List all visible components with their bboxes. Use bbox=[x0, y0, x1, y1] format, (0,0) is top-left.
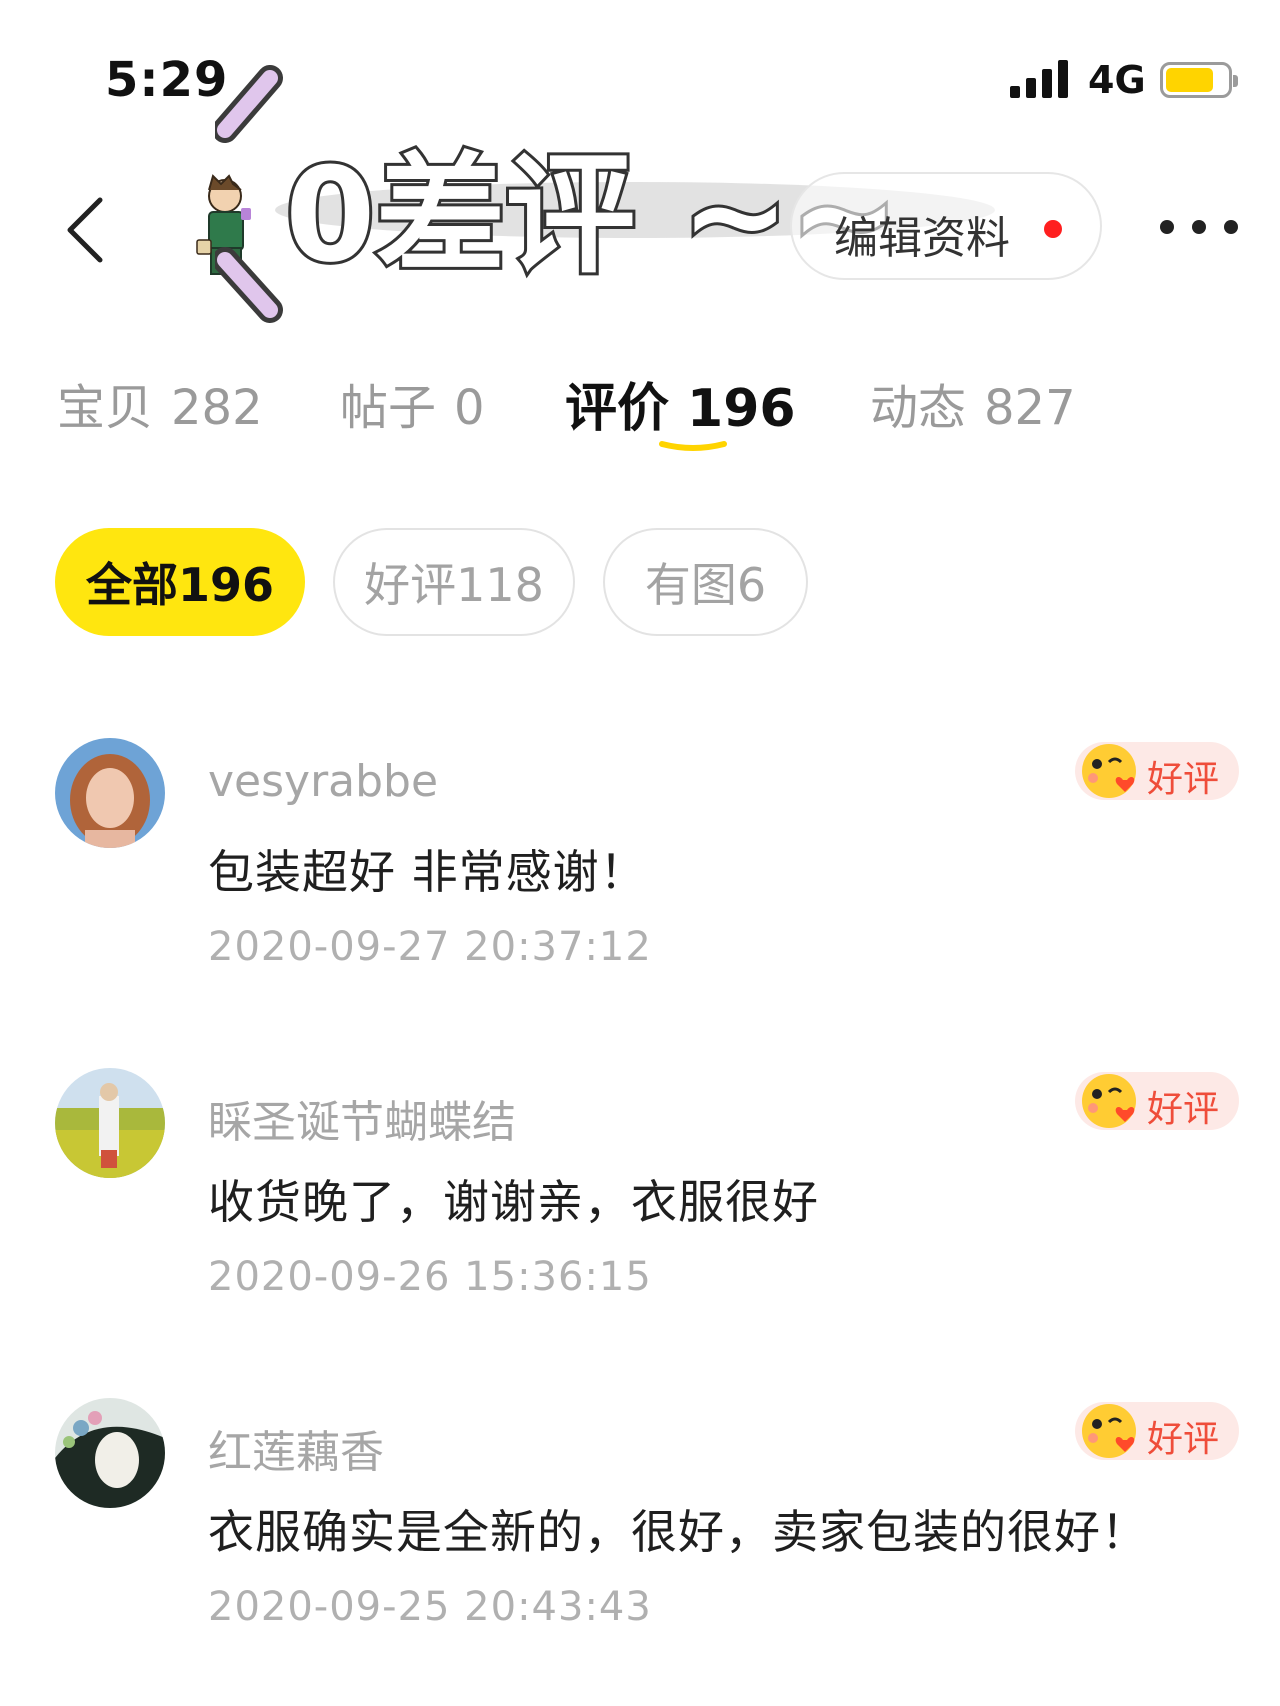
filter-all[interactable]: 全部196 bbox=[55, 528, 305, 636]
reviewer-avatar[interactable] bbox=[55, 1398, 165, 1508]
tab-count: 827 bbox=[984, 380, 1076, 436]
signal-icon bbox=[1010, 60, 1070, 98]
reviewer-name[interactable]: vesyrabbe bbox=[208, 756, 438, 807]
filter-with-photos[interactable]: 有图6 bbox=[603, 528, 808, 636]
active-tab-indicator bbox=[659, 441, 727, 451]
profile-avatar-sticker[interactable] bbox=[195, 170, 265, 280]
badge-label: 好评 bbox=[1147, 759, 1220, 800]
chevron-left-icon bbox=[67, 197, 103, 263]
reviewer-avatar[interactable] bbox=[55, 738, 165, 848]
review-time: 2020-09-26 15:36:15 bbox=[208, 1254, 652, 1300]
kiss-emoji-icon bbox=[1082, 744, 1136, 798]
more-icon[interactable] bbox=[1160, 214, 1240, 238]
review-comment: 包装超好 非常感谢！ bbox=[208, 845, 647, 899]
tab-items[interactable]: 宝贝 282 bbox=[57, 368, 263, 438]
tab-reviews[interactable]: 评价 196 bbox=[565, 366, 796, 441]
kiss-emoji-icon bbox=[1082, 1074, 1136, 1128]
reviewer-avatar[interactable] bbox=[55, 1068, 165, 1178]
review-item: vesyrabbe 好评 包装超好 非常感谢！ 2020-09-27 20:37… bbox=[0, 738, 1280, 1038]
notification-dot bbox=[1044, 220, 1062, 238]
back-button[interactable] bbox=[60, 192, 120, 268]
badge-label: 好评 bbox=[1147, 1089, 1220, 1130]
network-type: 4G bbox=[1088, 58, 1146, 102]
positive-review-badge: 好评 bbox=[1075, 742, 1239, 800]
battery-icon bbox=[1160, 62, 1238, 98]
badge-label: 好评 bbox=[1147, 1419, 1220, 1460]
tab-count: 196 bbox=[687, 379, 796, 439]
tab-count: 0 bbox=[454, 380, 485, 436]
tab-label: 帖子 bbox=[340, 380, 437, 436]
tab-label: 宝贝 bbox=[57, 380, 154, 436]
kiss-emoji-icon bbox=[1082, 1404, 1136, 1458]
status-time: 5:29 bbox=[105, 52, 229, 108]
edit-profile-label: 编辑资料 bbox=[834, 213, 1010, 264]
positive-review-badge: 好评 bbox=[1075, 1072, 1239, 1130]
tab-activity[interactable]: 动态 827 bbox=[870, 368, 1076, 438]
review-item: 红莲藕香 好评 衣服确实是全新的，很好，卖家包装的很好！ 2020-09-25 … bbox=[0, 1398, 1280, 1698]
review-comment: 收货晚了，谢谢亲，衣服很好 bbox=[208, 1175, 819, 1229]
review-item: 睬圣诞节蝴蝶结 好评 收货晚了，谢谢亲，衣服很好 2020-09-26 15:3… bbox=[0, 1068, 1280, 1368]
reviewer-name[interactable]: 睬圣诞节蝴蝶结 bbox=[208, 1086, 516, 1150]
tab-posts[interactable]: 帖子 0 bbox=[340, 368, 485, 438]
tab-label: 评价 bbox=[565, 379, 670, 439]
review-time: 2020-09-25 20:43:43 bbox=[208, 1584, 652, 1630]
tab-label: 动态 bbox=[870, 380, 967, 436]
positive-review-badge: 好评 bbox=[1075, 1402, 1239, 1460]
edit-profile-button[interactable]: 编辑资料 bbox=[790, 172, 1102, 280]
tab-count: 282 bbox=[171, 380, 263, 436]
reviewer-name[interactable]: 红莲藕香 bbox=[208, 1416, 384, 1480]
review-time: 2020-09-27 20:37:12 bbox=[208, 924, 652, 970]
review-comment: 衣服确实是全新的，很好，卖家包装的很好！ bbox=[208, 1505, 1148, 1559]
filter-positive[interactable]: 好评118 bbox=[333, 528, 575, 636]
